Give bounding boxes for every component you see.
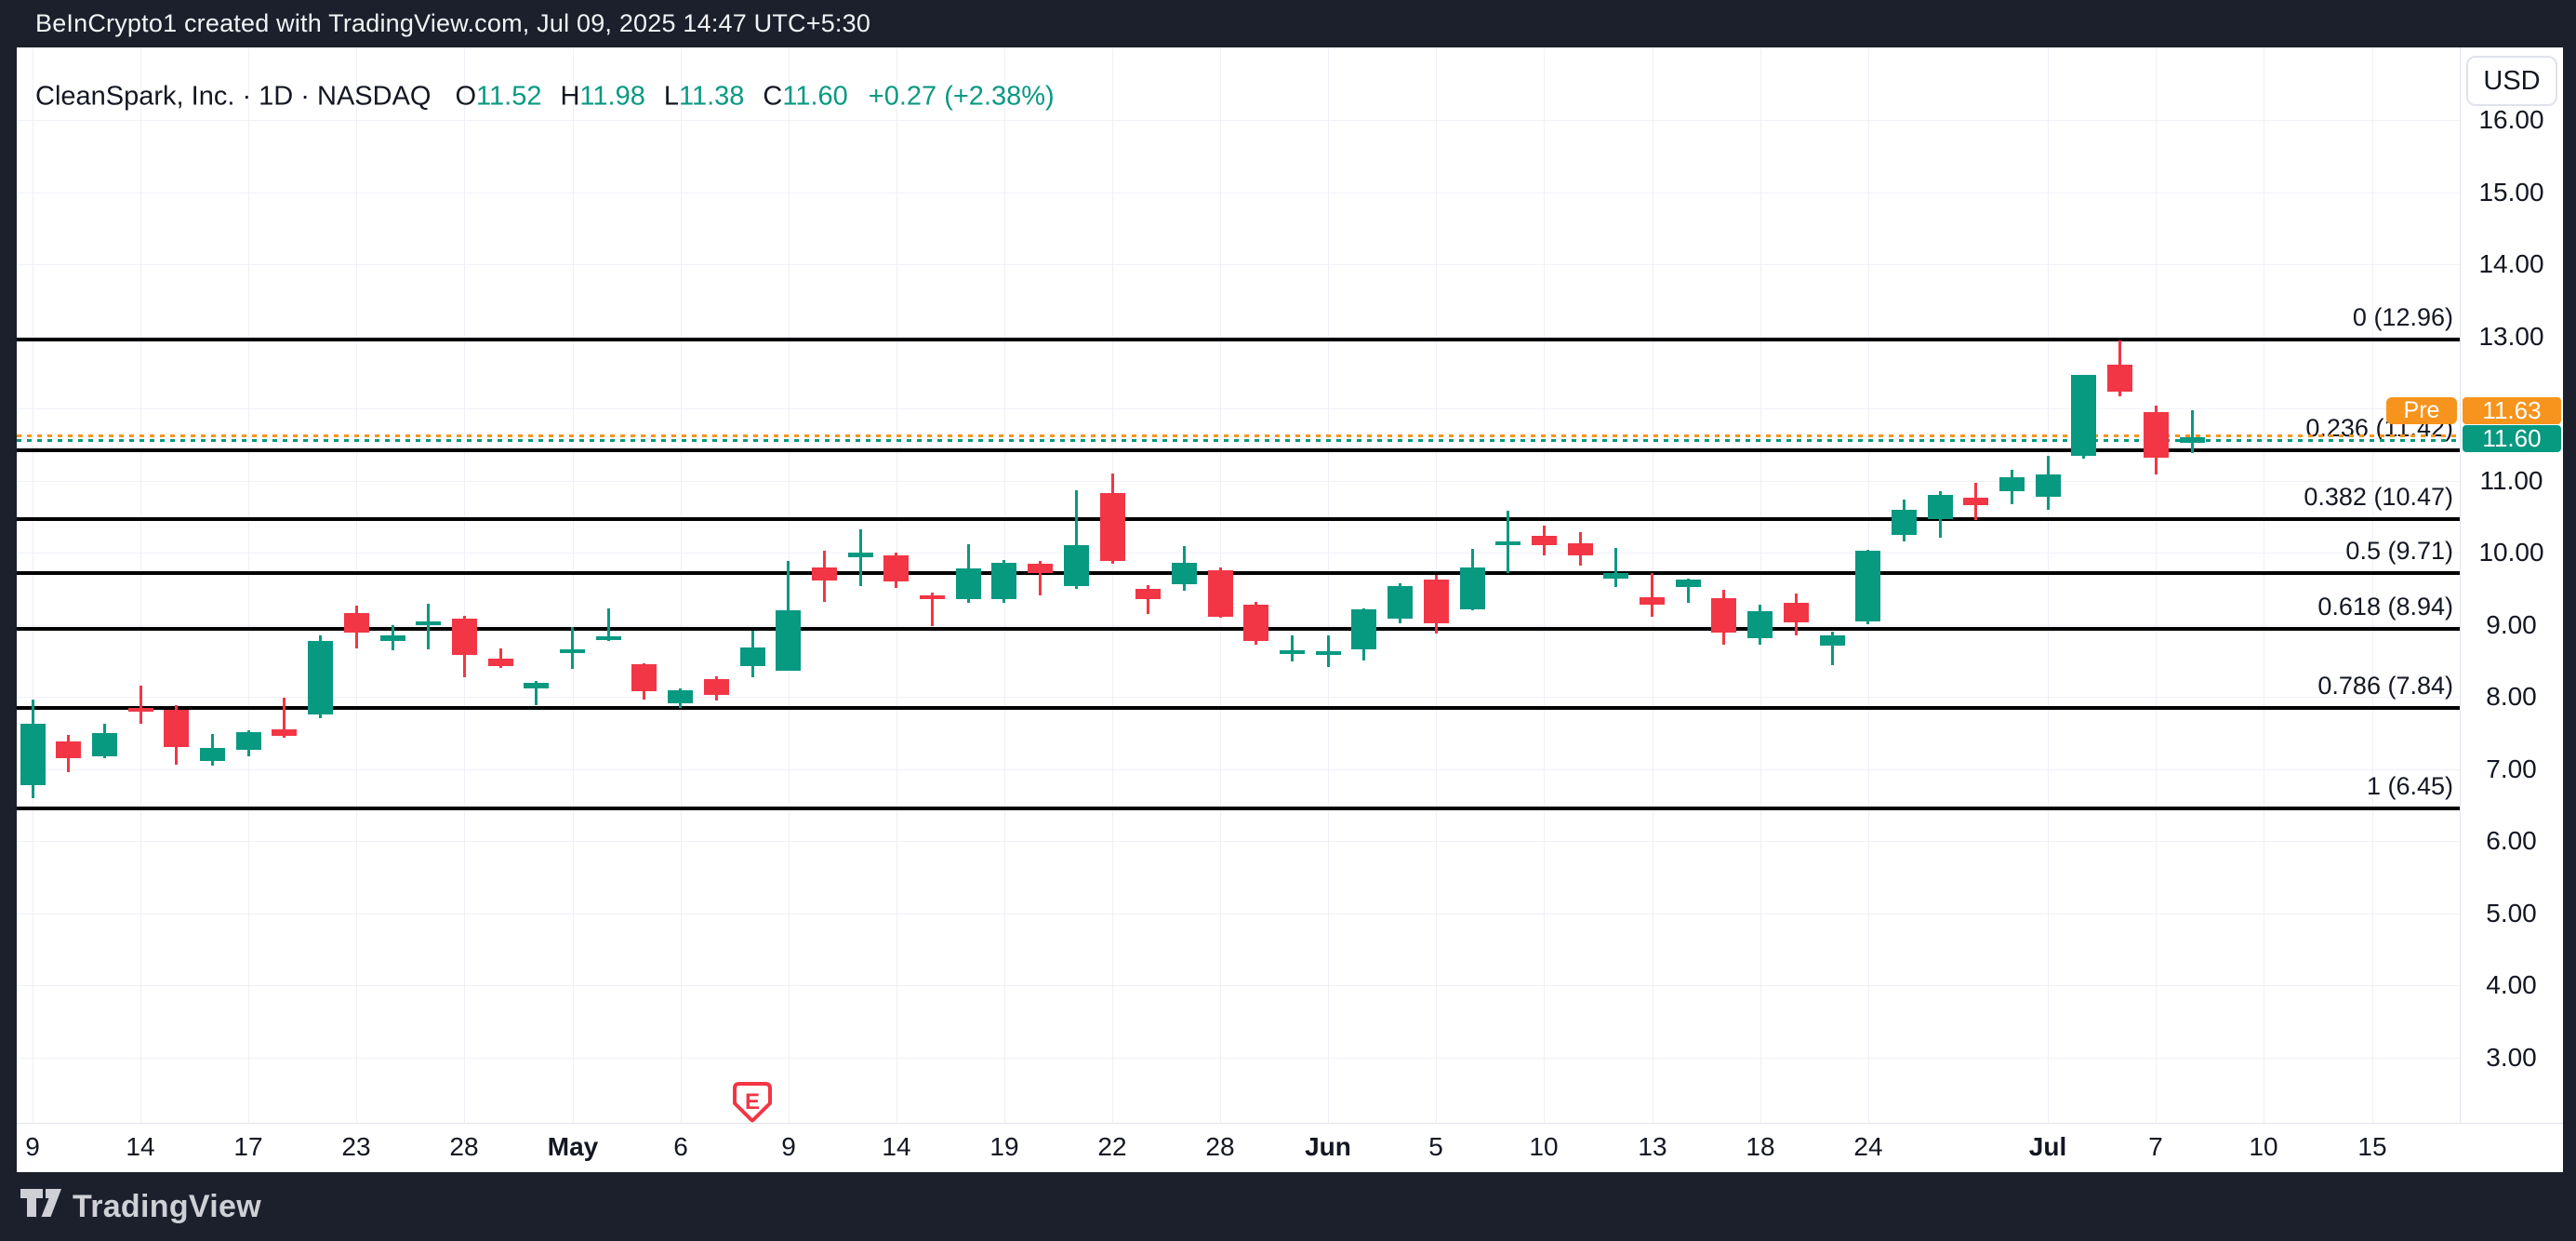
svg-text:E: E: [745, 1089, 760, 1114]
time-axis-separator: [17, 1123, 2563, 1124]
ohlc-h: H11.98: [560, 82, 644, 112]
ohlc-o: O11.52: [455, 82, 541, 112]
pre-market-price: 11.63: [2482, 396, 2541, 425]
attribution-text: BeInCrypto1 created with TradingView.com…: [35, 9, 870, 38]
earnings-marker-icon[interactable]: E: [733, 1082, 772, 1123]
symbol-title: CleanSpark, Inc. · 1D · NASDAQ: [35, 82, 431, 113]
ohlc-c: C11.60: [763, 82, 847, 112]
tradingview-logo-icon[interactable]: [20, 1189, 61, 1224]
ohlc-l: L11.38: [664, 82, 745, 112]
attribution-bar: BeInCrypto1 created with TradingView.com…: [0, 0, 2576, 47]
snapshot-frame: BeInCrypto1 created with TradingView.com…: [0, 0, 2576, 1241]
last-price-badge: 11.60: [2463, 425, 2561, 452]
symbol-legend: CleanSpark, Inc. · 1D · NASDAQ O11.52 H11…: [35, 82, 1055, 113]
last-price: 11.60: [2482, 424, 2541, 453]
pre-market-price-badge: 11.63: [2463, 397, 2561, 424]
pre-market-label: Pre: [2404, 397, 2440, 424]
tradingview-wordmark[interactable]: TradingView: [73, 1189, 261, 1225]
currency-badge[interactable]: USD: [2466, 56, 2557, 106]
ohlc-values: O11.52 H11.98 L11.38 C11.60: [455, 82, 866, 113]
change-value: +0.27 (+2.38%): [869, 82, 1055, 113]
currency-label: USD: [2483, 66, 2540, 97]
price-axis-separator: [2460, 47, 2461, 1123]
footer-bar: TradingView: [0, 1172, 2576, 1241]
pre-market-badge: Pre: [2386, 397, 2457, 424]
chart-surface[interactable]: [17, 47, 2563, 1172]
